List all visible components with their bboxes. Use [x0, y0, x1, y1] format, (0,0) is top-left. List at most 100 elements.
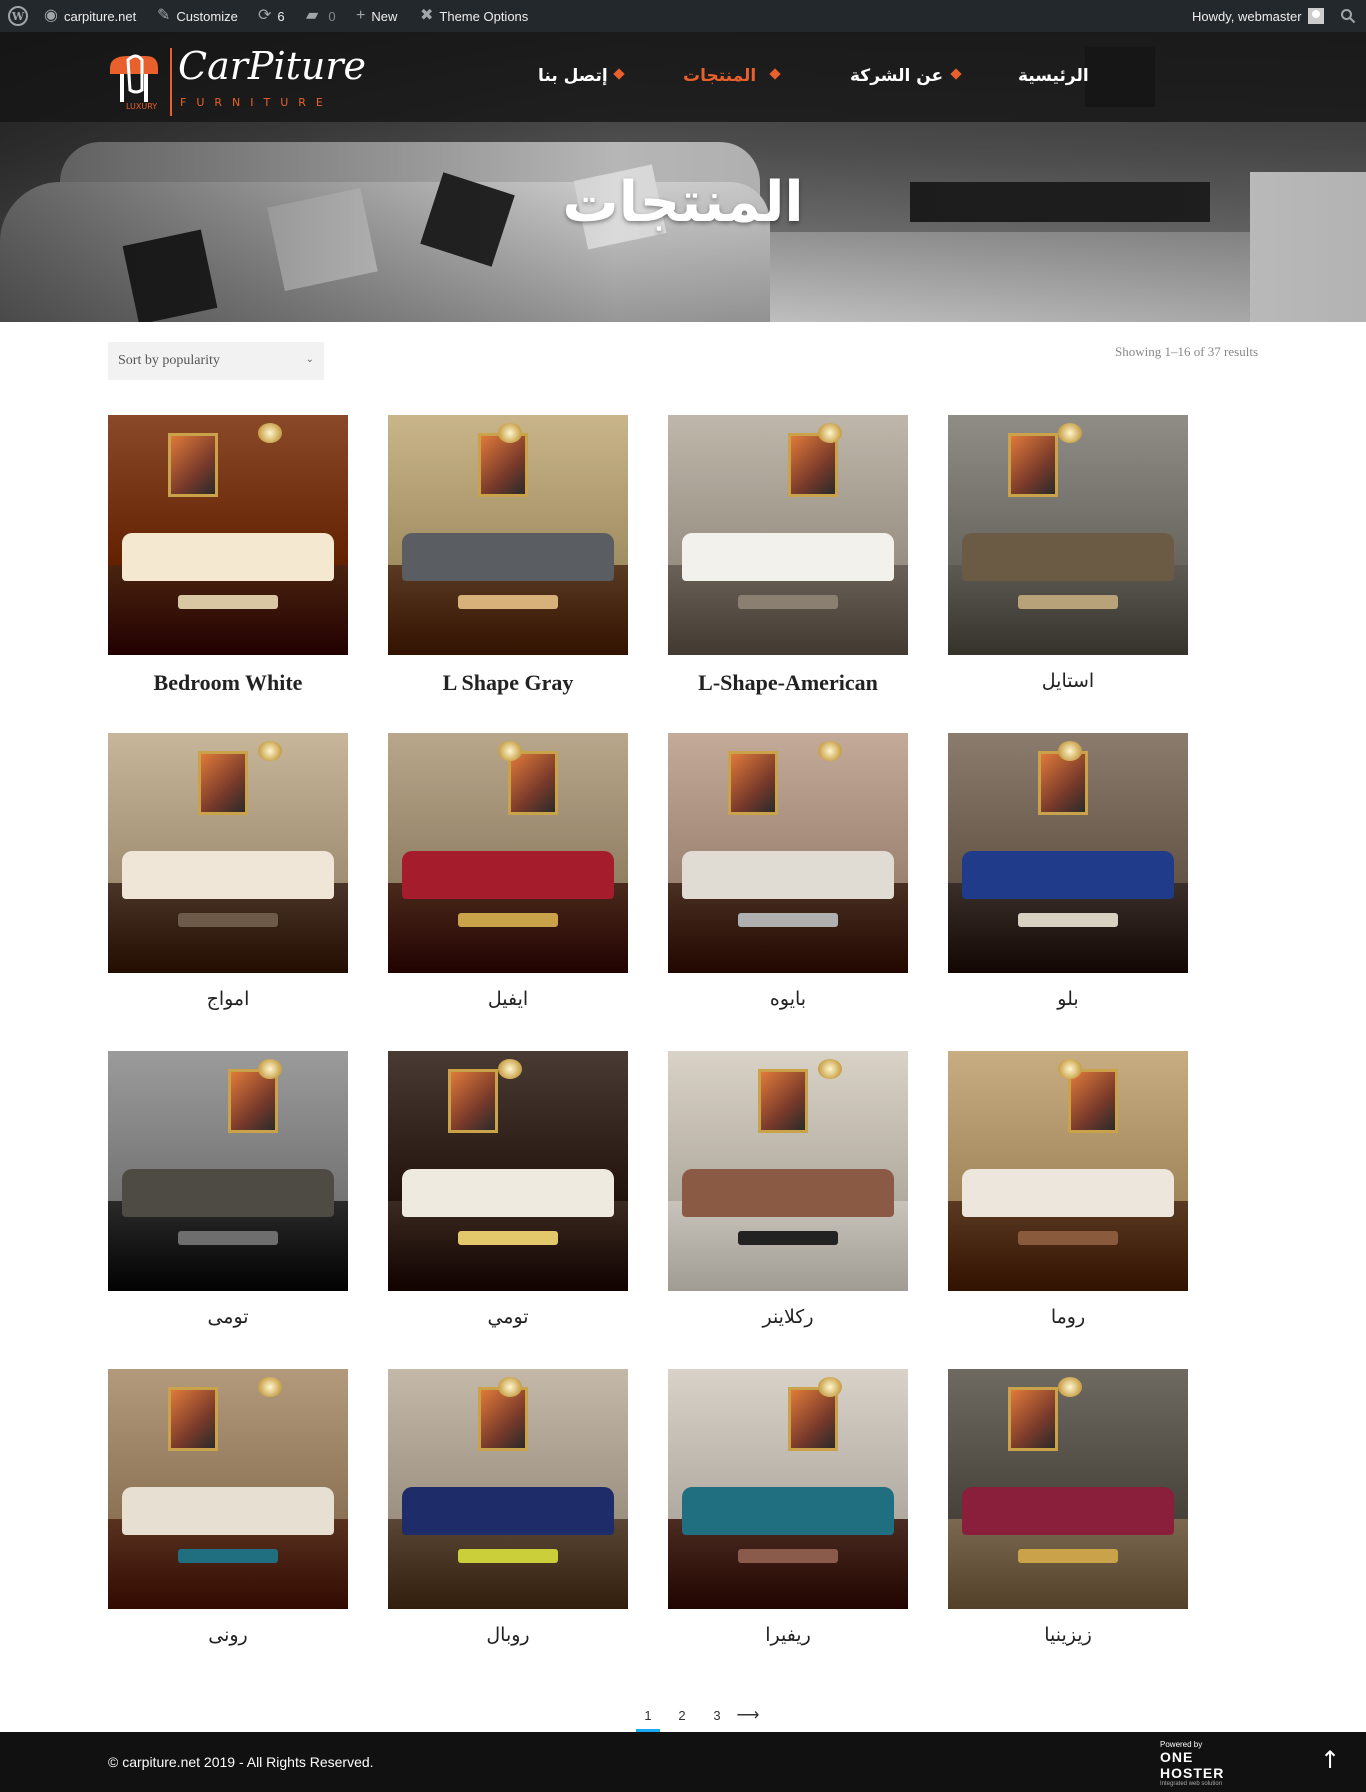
product-image[interactable] — [388, 1369, 628, 1609]
image-artwork — [168, 433, 218, 497]
image-sofa — [122, 1487, 334, 1535]
product-image[interactable] — [108, 1369, 348, 1609]
product-card[interactable]: L-Shape-American — [668, 415, 908, 705]
image-sofa — [402, 1487, 614, 1535]
product-image[interactable] — [668, 1051, 908, 1291]
product-image[interactable] — [388, 1051, 628, 1291]
customize-link[interactable]: ✎ Customize — [157, 0, 238, 32]
product-title[interactable]: تومى — [108, 1306, 348, 1328]
product-title[interactable]: زيزينيا — [948, 1624, 1188, 1646]
image-sofa — [962, 1487, 1174, 1535]
product-card[interactable]: زيزينيا — [948, 1369, 1188, 1659]
product-image[interactable] — [948, 415, 1188, 655]
hoster-logo[interactable]: Powered by ONE HOSTER Integrated web sol… — [1160, 1740, 1260, 1787]
image-table — [458, 913, 558, 927]
image-sofa — [402, 1169, 614, 1217]
image-sofa — [682, 533, 894, 581]
comments-link[interactable]: ▰ 0 — [306, 0, 336, 32]
sort-value: Sort by popularity — [118, 353, 220, 368]
image-artwork — [758, 1069, 808, 1133]
nav-item-contact[interactable]: إتصل بنا — [538, 60, 608, 92]
product-card[interactable]: ايفيل — [388, 733, 628, 1023]
image-chandelier — [1058, 423, 1082, 443]
product-card[interactable]: امواج — [108, 733, 348, 1023]
product-card[interactable]: رونى — [108, 1369, 348, 1659]
image-table — [1018, 1231, 1118, 1245]
page-link-1[interactable]: 1 — [636, 1704, 660, 1732]
product-image[interactable] — [948, 1051, 1188, 1291]
product-title[interactable]: رونى — [108, 1624, 348, 1646]
page-link-2[interactable]: 2 — [670, 1704, 694, 1732]
product-title[interactable]: تومي — [388, 1306, 628, 1328]
image-artwork — [1038, 751, 1088, 815]
image-sofa — [402, 533, 614, 581]
site-name-label: carpiture.net — [63, 8, 137, 24]
image-sofa — [682, 1169, 894, 1217]
product-title[interactable]: بلو — [948, 988, 1188, 1010]
hoster-tagline: Integrated web solution — [1160, 1781, 1223, 1787]
theme-options-label: Theme Options — [439, 8, 529, 24]
site-logo[interactable]: LUXURY CarPiture FURNITURE — [106, 44, 366, 120]
product-title[interactable]: روما — [948, 1306, 1188, 1328]
updates-count: 6 — [277, 8, 285, 24]
brush-icon: ✎ — [157, 7, 171, 24]
image-sofa — [682, 1487, 894, 1535]
product-image[interactable] — [668, 415, 908, 655]
product-title[interactable]: ركلاينر — [668, 1306, 908, 1328]
product-card[interactable]: تومي — [388, 1051, 628, 1341]
image-chandelier — [258, 741, 282, 761]
site-name-link[interactable]: ◉ carpiture.net — [44, 0, 136, 32]
product-card[interactable]: روما — [948, 1051, 1188, 1341]
product-card[interactable]: بايوه — [668, 733, 908, 1023]
search-icon[interactable] — [1340, 0, 1356, 32]
image-artwork — [1008, 433, 1058, 497]
product-card[interactable]: استايل — [948, 415, 1188, 705]
product-title[interactable]: استايل — [948, 670, 1188, 692]
product-image[interactable] — [948, 1369, 1188, 1609]
new-content-link[interactable]: + New — [356, 0, 397, 32]
product-image[interactable] — [948, 733, 1188, 973]
account-menu[interactable]: Howdy, webmaster — [1192, 0, 1324, 32]
nav-item-home[interactable]: الرئيسية — [1018, 60, 1089, 92]
product-title[interactable]: L-Shape-American — [668, 670, 908, 696]
product-image[interactable] — [668, 733, 908, 973]
product-image[interactable] — [388, 415, 628, 655]
theme-options-link[interactable]: ✖ Theme Options — [420, 0, 528, 32]
image-artwork — [1008, 1387, 1058, 1451]
arrow-up-icon[interactable]: ↑ — [1320, 1748, 1340, 1772]
product-card[interactable]: ريفيرا — [668, 1369, 908, 1659]
nav-item-products[interactable]: المنتجات — [683, 60, 756, 92]
product-title[interactable]: L Shape Gray — [388, 670, 628, 696]
product-title[interactable]: بايوه — [668, 988, 908, 1010]
product-image[interactable] — [108, 415, 348, 655]
product-image[interactable] — [108, 733, 348, 973]
product-image[interactable] — [108, 1051, 348, 1291]
updates-link[interactable]: ⟳ 6 — [258, 0, 285, 32]
product-card[interactable]: Bedroom White — [108, 415, 348, 705]
product-title[interactable]: Bedroom White — [108, 670, 348, 696]
image-artwork — [448, 1069, 498, 1133]
product-card[interactable]: روبال — [388, 1369, 628, 1659]
product-card[interactable]: بلو — [948, 733, 1188, 1023]
product-card[interactable]: تومى — [108, 1051, 348, 1341]
product-title[interactable]: امواج — [108, 988, 348, 1010]
image-artwork — [168, 1387, 218, 1451]
image-table — [178, 1231, 278, 1245]
image-chandelier — [1058, 741, 1082, 761]
product-image[interactable] — [388, 733, 628, 973]
page-link-3[interactable]: 3 — [705, 1704, 729, 1732]
next-page-arrow-icon[interactable]: ⟶ — [736, 1704, 760, 1732]
nav-item-about[interactable]: عن الشركة — [850, 60, 943, 92]
product-card[interactable]: ركلاينر — [668, 1051, 908, 1341]
sort-dropdown[interactable]: Sort by popularity ⌄ — [108, 342, 324, 380]
image-chandelier — [818, 1059, 842, 1079]
product-image[interactable] — [668, 1369, 908, 1609]
product-title[interactable]: ريفيرا — [668, 1624, 908, 1646]
logo-subtitle: FURNITURE — [180, 96, 333, 109]
wordpress-logo-icon[interactable]: W — [8, 0, 28, 32]
product-title[interactable]: روبال — [388, 1624, 628, 1646]
product-title[interactable]: ايفيل — [388, 988, 628, 1010]
product-card[interactable]: L Shape Gray — [388, 415, 628, 705]
image-chandelier — [1058, 1059, 1082, 1079]
chair-logo-icon — [106, 50, 166, 110]
